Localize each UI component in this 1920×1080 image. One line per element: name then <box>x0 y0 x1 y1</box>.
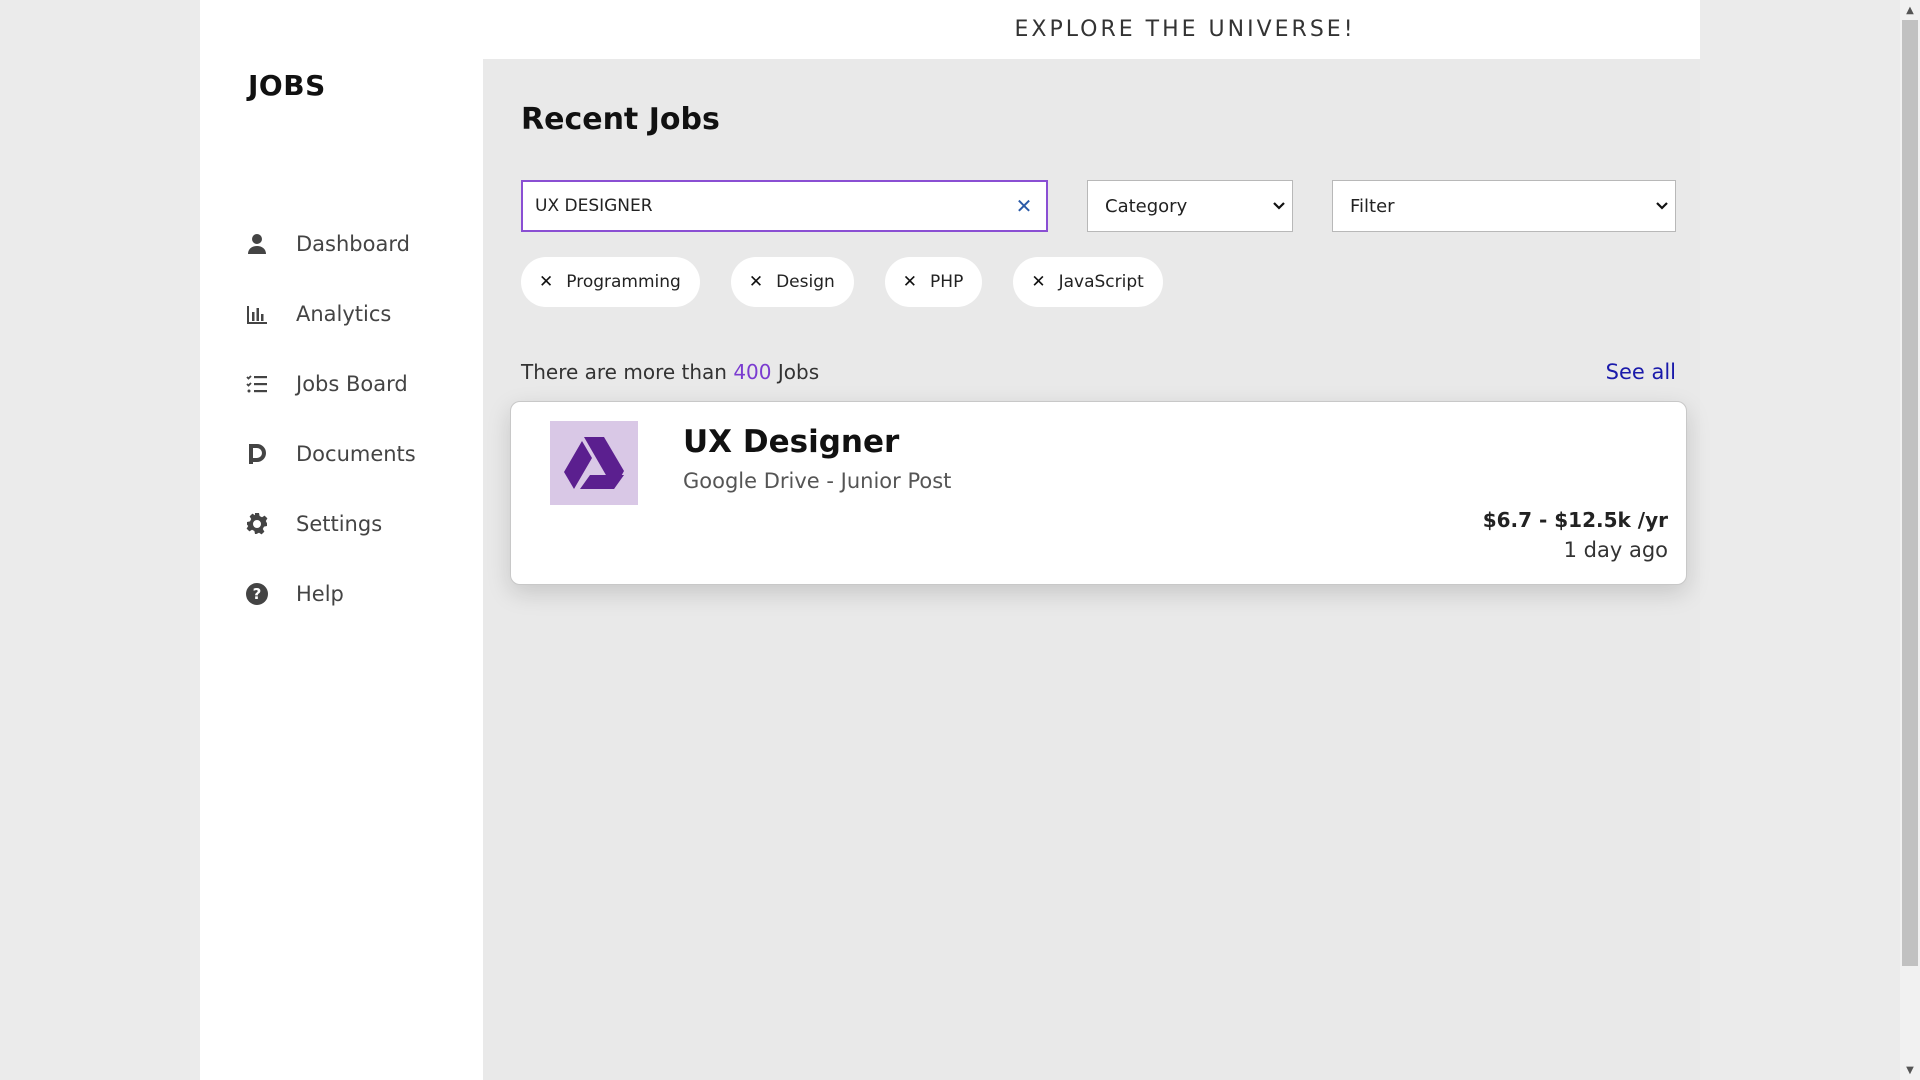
page-title: Recent Jobs <box>521 102 720 137</box>
remove-chip-icon[interactable]: ✕ <box>1031 272 1045 292</box>
sidebar-item-documents[interactable]: Documents <box>244 419 416 489</box>
sidebar-item-label: Analytics <box>296 302 392 326</box>
chip-label: Programming <box>566 272 681 292</box>
company-logo <box>550 421 638 505</box>
tag-chips: ✕ Programming ✕ Design ✕ PHP ✕ JavaScrip… <box>521 257 1163 307</box>
list-icon <box>244 371 270 397</box>
category-select-value: Category <box>1105 195 1188 217</box>
scrollbar-thumb[interactable] <box>1902 20 1918 966</box>
document-icon <box>244 441 270 467</box>
top-banner: EXPLORE THE UNIVERSE! <box>200 0 1700 59</box>
remove-chip-icon[interactable]: ✕ <box>749 272 763 292</box>
see-all-link[interactable]: See all <box>1606 360 1676 384</box>
page: EXPLORE THE UNIVERSE! JOBS Dashboard Ana… <box>200 0 1700 1080</box>
chip-php[interactable]: ✕ PHP <box>884 257 983 307</box>
search-input[interactable] <box>535 196 1014 216</box>
job-posted-time: 1 day ago <box>1563 538 1668 562</box>
chip-label: JavaScript <box>1058 272 1144 292</box>
clear-search-icon[interactable]: ✕ <box>1014 194 1034 218</box>
sidebar-item-label: Jobs Board <box>296 372 408 396</box>
help-icon: ? <box>244 581 270 607</box>
sidebar: JOBS Dashboard Analytics Jobs Board Docu… <box>200 59 483 1080</box>
job-title: UX Designer <box>683 424 900 460</box>
scroll-down-arrow-icon[interactable]: ▼ <box>1900 1062 1920 1078</box>
sidebar-item-help[interactable]: ? Help <box>244 559 416 629</box>
sidebar-item-settings[interactable]: Settings <box>244 489 416 559</box>
banner-title: EXPLORE THE UNIVERSE! <box>1014 17 1356 42</box>
user-icon <box>244 231 270 257</box>
svg-text:?: ? <box>253 585 262 603</box>
jobs-count-number: 400 <box>733 360 772 384</box>
category-select[interactable]: Category <box>1087 180 1293 232</box>
sidebar-item-label: Dashboard <box>296 232 410 256</box>
scroll-up-arrow-icon[interactable]: ▲ <box>1900 2 1920 18</box>
sidebar-item-jobs-board[interactable]: Jobs Board <box>244 349 416 419</box>
chip-programming[interactable]: ✕ Programming <box>521 257 700 307</box>
sidebar-item-label: Help <box>296 582 344 606</box>
chip-javascript[interactable]: ✕ JavaScript <box>1013 257 1163 307</box>
gear-icon <box>244 511 270 537</box>
filter-select[interactable]: Filter <box>1332 180 1676 232</box>
vertical-scrollbar[interactable]: ▲ ▼ <box>1900 0 1920 1080</box>
app-logo: JOBS <box>248 69 326 102</box>
chip-label: PHP <box>930 272 964 292</box>
google-drive-icon <box>564 437 624 489</box>
jobs-count-text: There are more than 400 Jobs <box>521 360 819 384</box>
job-company: Google Drive - Junior Post <box>683 469 952 493</box>
remove-chip-icon[interactable]: ✕ <box>539 272 553 292</box>
bar-chart-icon <box>244 301 270 327</box>
sidebar-item-label: Settings <box>296 512 383 536</box>
chip-label: Design <box>776 272 835 292</box>
sidebar-nav: Dashboard Analytics Jobs Board Documents <box>244 209 416 629</box>
main-content: Recent Jobs ✕ Category Filter ✕ Programm… <box>483 59 1700 1080</box>
job-card[interactable]: UX Designer Google Drive - Junior Post $… <box>510 401 1687 585</box>
filter-select-value: Filter <box>1350 195 1395 217</box>
chevron-down-icon <box>1273 202 1285 210</box>
sidebar-item-label: Documents <box>296 442 416 466</box>
chevron-down-icon <box>1656 202 1668 210</box>
sidebar-item-dashboard[interactable]: Dashboard <box>244 209 416 279</box>
sidebar-item-analytics[interactable]: Analytics <box>244 279 416 349</box>
count-prefix: There are more than <box>521 360 734 384</box>
remove-chip-icon[interactable]: ✕ <box>903 272 917 292</box>
job-salary: $6.7 - $12.5k /yr <box>1482 508 1668 532</box>
chip-design[interactable]: ✕ Design <box>730 257 854 307</box>
search-box: ✕ <box>521 180 1048 232</box>
count-suffix: Jobs <box>771 360 820 384</box>
